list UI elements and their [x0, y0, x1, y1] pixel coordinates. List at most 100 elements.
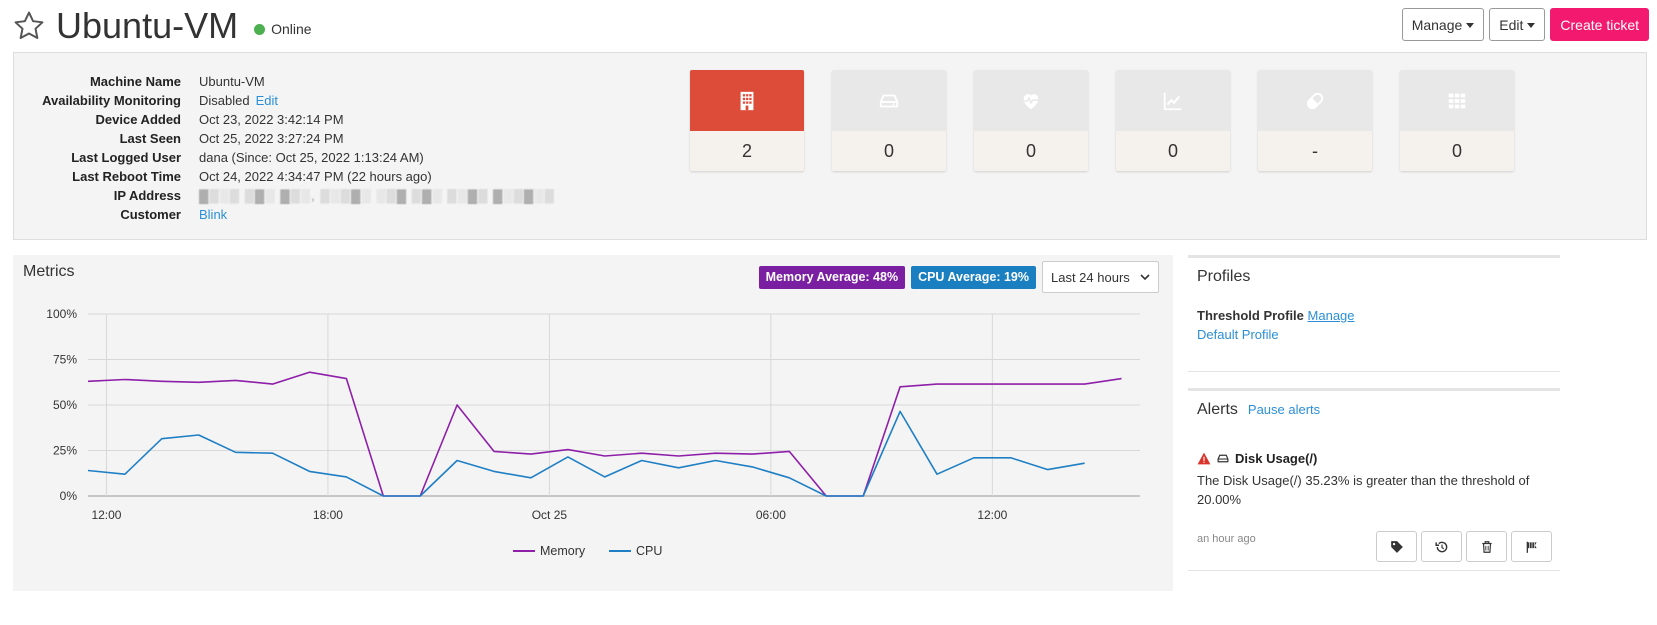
edit-dropdown-button[interactable]: Edit [1489, 8, 1546, 41]
trash-icon [1481, 540, 1492, 553]
info-label: Last Logged User [71, 150, 181, 165]
info-label: Device Added [95, 112, 182, 127]
default-profile-link[interactable]: Default Profile [1197, 327, 1279, 342]
info-value: Oct 24, 2022 4:34:47 PM (22 hours ago) [199, 169, 432, 184]
page-title: Ubuntu-VM [56, 5, 239, 46]
tile-value: - [1258, 131, 1372, 171]
x-tick-label: Oct 25 [532, 508, 568, 522]
tile-value: 0 [1116, 131, 1230, 171]
tile-building[interactable]: 2 [690, 70, 804, 171]
alert-title-row: Disk Usage(/) [1197, 451, 1317, 466]
grid-icon [1448, 93, 1466, 108]
alerts-panel: Alerts Pause alerts Disk Usage(/) The Dis… [1188, 388, 1560, 571]
caret-down-icon [1527, 23, 1536, 28]
building-icon [740, 91, 754, 110]
tag-alert-button[interactable] [1376, 531, 1417, 562]
info-row-availability: Availability Monitoring Disabled Edit [14, 91, 555, 110]
info-label: Machine Name [89, 74, 181, 89]
info-value: Ubuntu-VM [199, 74, 265, 89]
info-label: Availability Monitoring [42, 93, 181, 108]
x-tick-label: 18:00 [313, 508, 343, 522]
info-value: Oct 23, 2022 3:42:14 PM [199, 112, 344, 127]
profiles-panel: Profiles Threshold Profile Manage Defaul… [1188, 255, 1560, 372]
y-tick-label: 0% [60, 489, 78, 503]
tile-value: 2 [690, 131, 804, 171]
info-value: Disabled Edit [199, 91, 278, 110]
tile-grid[interactable]: 0 [1400, 70, 1514, 171]
status-label: Online [271, 21, 312, 37]
tile-icon-area [974, 70, 1088, 131]
cpu-average-badge: CPU Average: 19% [911, 265, 1036, 289]
time-range-select[interactable]: Last 24 hours [1042, 261, 1159, 293]
info-row-machine-name: Machine Name Ubuntu-VM [14, 72, 555, 91]
chevron-down-icon [1140, 274, 1150, 281]
info-label: Last Seen [119, 131, 181, 146]
metrics-panel: Metrics Memory Average: 48% CPU Average:… [13, 255, 1173, 591]
tile-icon-area [1258, 70, 1372, 131]
manage-dropdown-button[interactable]: Manage [1401, 8, 1485, 41]
tile-value: 0 [832, 131, 946, 171]
alert-description: The Disk Usage(/) 35.23% is greater than… [1197, 473, 1530, 507]
hard-drive-icon [879, 94, 899, 107]
ip-address-redacted: ▓▒░▒ ▒▓░ ▓▒░, ▒░▒▓░ ░▒▓ ▒▓░ ▒░▓▒ ▓░▒▓░▒ [199, 188, 555, 203]
star-icon[interactable] [12, 9, 46, 43]
profiles-title: Profiles [1197, 268, 1251, 285]
pill-icon [1306, 92, 1324, 109]
availability-value: Disabled [199, 93, 250, 108]
default-profile-row: Default Profile [1197, 327, 1279, 342]
tile-value: 0 [974, 131, 1088, 171]
info-value: dana (Since: Oct 25, 2022 1:13:24 AM) [199, 150, 424, 165]
alert-title: Disk Usage(/) [1235, 451, 1318, 466]
time-range-value: Last 24 hours [1051, 269, 1130, 285]
device-info-panel: Machine Name Ubuntu-VM Availability Moni… [13, 52, 1647, 240]
manage-profile-link[interactable]: Manage [1308, 308, 1355, 323]
summary-tiles: 2 0 0 0 - 0 [690, 70, 1542, 171]
y-tick-label: 75% [53, 353, 77, 367]
tile-heartbeat[interactable]: 0 [974, 70, 1088, 171]
delete-alert-button[interactable] [1466, 531, 1507, 562]
info-row-customer: Customer Blink [14, 205, 555, 224]
warning-icon [1197, 452, 1211, 465]
customer-link[interactable]: Blink [199, 207, 227, 222]
header-actions: Manage Edit Create ticket [1401, 8, 1649, 41]
x-tick-label: 06:00 [756, 508, 786, 522]
tile-value: 0 [1400, 131, 1514, 171]
create-ticket-button[interactable]: Create ticket [1550, 8, 1649, 41]
metrics-title: Metrics [23, 263, 75, 280]
y-tick-label: 50% [53, 398, 77, 412]
alerts-title: Alerts [1197, 401, 1238, 418]
manage-label: Manage [1411, 16, 1463, 33]
series-line-cpu [87, 410, 1085, 497]
status-indicator: Online [254, 21, 312, 37]
history-icon [1434, 541, 1447, 552]
tile-icon-area [832, 70, 946, 131]
tile-pill[interactable]: - [1258, 70, 1372, 171]
tile-icon-area [1116, 70, 1230, 131]
legend-label: Memory [540, 544, 586, 558]
info-row-last-reboot: Last Reboot Time Oct 24, 2022 4:34:47 PM… [14, 167, 555, 186]
flag-icon [1526, 541, 1537, 553]
metrics-chart: 0% 25% 50% 75% 100% 12:00 18:00 Oct 25 06:00 12:0… [46, 307, 1140, 558]
memory-average-badge: Memory Average: 48% [758, 265, 906, 289]
tile-line-chart[interactable]: 0 [1116, 70, 1230, 171]
tag-icon [1390, 540, 1403, 553]
info-value: ▓▒░▒ ▒▓░ ▓▒░, ▒░▒▓░ ░▒▓ ▒▓░ ▒░▓▒ ▓░▒▓░▒ [199, 186, 555, 205]
page-header: Ubuntu-VM Online [12, 4, 312, 48]
alert-time: an hour ago [1197, 533, 1256, 545]
y-tick-label: 25% [53, 444, 77, 458]
device-info-table: Machine Name Ubuntu-VM Availability Moni… [14, 72, 555, 224]
flag-alert-button[interactable] [1511, 531, 1552, 562]
edit-availability-link[interactable]: Edit [256, 93, 278, 108]
y-tick-label: 100% [46, 307, 77, 321]
info-label: IP Address [113, 188, 181, 203]
tile-hard-drive[interactable]: 0 [832, 70, 946, 171]
pause-alerts-link[interactable]: Pause alerts [1248, 402, 1320, 417]
caret-down-icon [1466, 23, 1475, 28]
history-alert-button[interactable] [1421, 531, 1462, 562]
info-value: Blink [199, 205, 227, 224]
alerts-header: Alerts Pause alerts [1197, 401, 1320, 419]
heartbeat-icon [1023, 93, 1039, 109]
alert-actions [1376, 531, 1552, 562]
info-row-device-added: Device Added Oct 23, 2022 3:42:14 PM [14, 110, 555, 129]
threshold-profile-label: Threshold Profile [1197, 308, 1304, 323]
